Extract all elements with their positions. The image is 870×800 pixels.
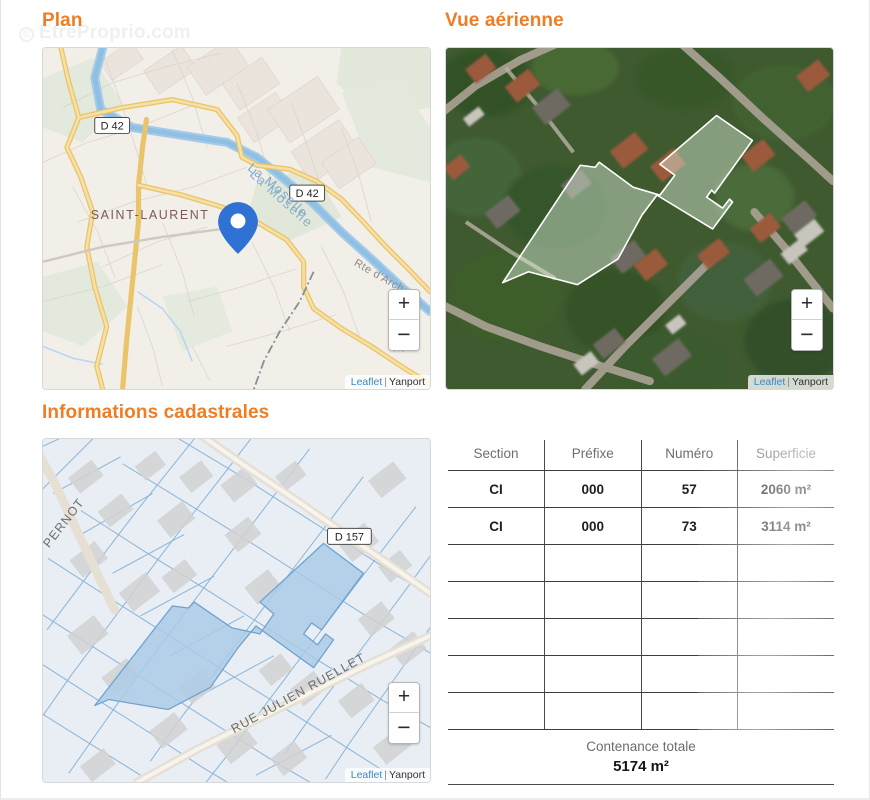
leaflet-link[interactable]: Leaflet	[351, 376, 383, 388]
cell-numero	[641, 655, 738, 693]
cell-superficie	[737, 618, 834, 656]
attribution-source: Yanport	[389, 376, 425, 388]
column-header-numero: Numéro	[641, 440, 738, 471]
plan-map-canvas: D 42 D 42 SAINT-LAURENT La Moselle La Mo…	[43, 48, 430, 389]
cell-numero	[641, 692, 738, 730]
cell-prefixe: 000	[544, 470, 642, 508]
aerial-map[interactable]: + − Leaflet | Yanport	[445, 47, 834, 390]
plan-map[interactable]: D 42 D 42 SAINT-LAURENT La Moselle La Mo…	[42, 47, 431, 390]
cell-superficie: 2060 m²	[737, 470, 834, 508]
cell-section	[448, 692, 545, 730]
plan-map-attribution: Leaflet | Yanport	[344, 375, 430, 389]
cell-superficie	[737, 655, 834, 693]
table-row	[448, 692, 834, 730]
zoom-out-button[interactable]: −	[389, 320, 419, 350]
cadastral-map-canvas: D 157 PERNOT RUE JULIEN RUELLET	[43, 439, 430, 782]
cell-prefixe	[544, 581, 642, 619]
cell-section	[448, 655, 545, 693]
table-row	[448, 581, 834, 619]
zoom-in-button[interactable]: +	[389, 290, 419, 320]
aerial-map-attribution: Leaflet | Yanport	[747, 375, 833, 389]
copyright-icon: ©	[19, 27, 34, 42]
cell-superficie	[737, 692, 834, 730]
column-header-superficie: Superficie	[737, 440, 834, 471]
total-cell: Contenance totale 5174 m²	[448, 730, 834, 785]
cell-numero: 57	[641, 470, 738, 508]
cell-prefixe	[544, 655, 642, 693]
zoom-in-button[interactable]: +	[389, 683, 419, 713]
cell-section	[448, 544, 545, 582]
attribution-source: Yanport	[792, 376, 828, 388]
total-label: Contenance totale	[586, 739, 696, 754]
cell-prefixe	[544, 544, 642, 582]
cell-superficie	[737, 581, 834, 619]
attribution-source: Yanport	[389, 769, 425, 781]
column-header-section: Section	[448, 440, 545, 471]
zoom-out-button[interactable]: −	[792, 320, 822, 350]
plan-zoom-controls[interactable]: + −	[388, 289, 420, 351]
cell-superficie: 3114 m²	[737, 507, 834, 545]
table-header-row: Section Préfixe Numéro Superficie	[448, 440, 834, 471]
road-shield-d42-a: D 42	[94, 117, 131, 134]
column-header-prefixe: Préfixe	[544, 440, 642, 471]
attribution-separator: |	[384, 376, 387, 388]
attribution-separator: |	[787, 376, 790, 388]
table-row	[448, 655, 834, 693]
cell-section	[448, 618, 545, 656]
table-row: CI 000 57 2060 m²	[448, 470, 834, 508]
cadastral-parcels-table: Section Préfixe Numéro Superficie CI 000 5…	[448, 440, 834, 785]
page-title-cadastral: Informations cadastrales	[42, 402, 270, 423]
zoom-out-button[interactable]: −	[389, 713, 419, 743]
cadastral-map-attribution: Leaflet | Yanport	[344, 768, 430, 782]
cell-prefixe: 000	[544, 507, 642, 545]
cell-prefixe	[544, 692, 642, 730]
page-title-aerial: Vue aérienne	[445, 10, 564, 31]
table-row: CI 000 73 3114 m²	[448, 507, 834, 545]
cell-prefixe	[544, 618, 642, 656]
table-footer-row: Contenance totale 5174 m²	[448, 730, 834, 785]
aerial-zoom-controls[interactable]: + −	[791, 289, 823, 351]
cadastral-map[interactable]: D 157 PERNOT RUE JULIEN RUELLET + − Leaf…	[42, 438, 431, 783]
zoom-in-button[interactable]: +	[792, 290, 822, 320]
table-row	[448, 544, 834, 582]
cell-section	[448, 581, 545, 619]
page-title-plan: Plan	[42, 10, 83, 31]
table-row	[448, 618, 834, 656]
table-body: CI 000 57 2060 m² CI 000 73 3114 m²	[448, 470, 834, 730]
cell-section: CI	[448, 470, 545, 508]
road-shield-d157: D 157	[327, 527, 372, 545]
svg-text:D 157: D 157	[335, 531, 364, 543]
cell-superficie	[737, 544, 834, 582]
cell-numero	[641, 618, 738, 656]
leaflet-link[interactable]: Leaflet	[754, 376, 786, 388]
cell-section: CI	[448, 507, 545, 545]
svg-text:SAINT-LAURENT: SAINT-LAURENT	[91, 208, 210, 222]
cadastral-report-page: © EtreProprio.com Plan Vue aérienne Infor…	[0, 0, 870, 800]
cell-numero	[641, 544, 738, 582]
cell-numero	[641, 581, 738, 619]
svg-text:D 42: D 42	[101, 120, 124, 132]
attribution-separator: |	[384, 769, 387, 781]
cadastral-zoom-controls[interactable]: + −	[388, 682, 420, 744]
cell-numero: 73	[641, 507, 738, 545]
aerial-map-canvas	[446, 48, 833, 389]
total-value: 5174 m²	[448, 758, 834, 785]
leaflet-link[interactable]: Leaflet	[351, 769, 383, 781]
